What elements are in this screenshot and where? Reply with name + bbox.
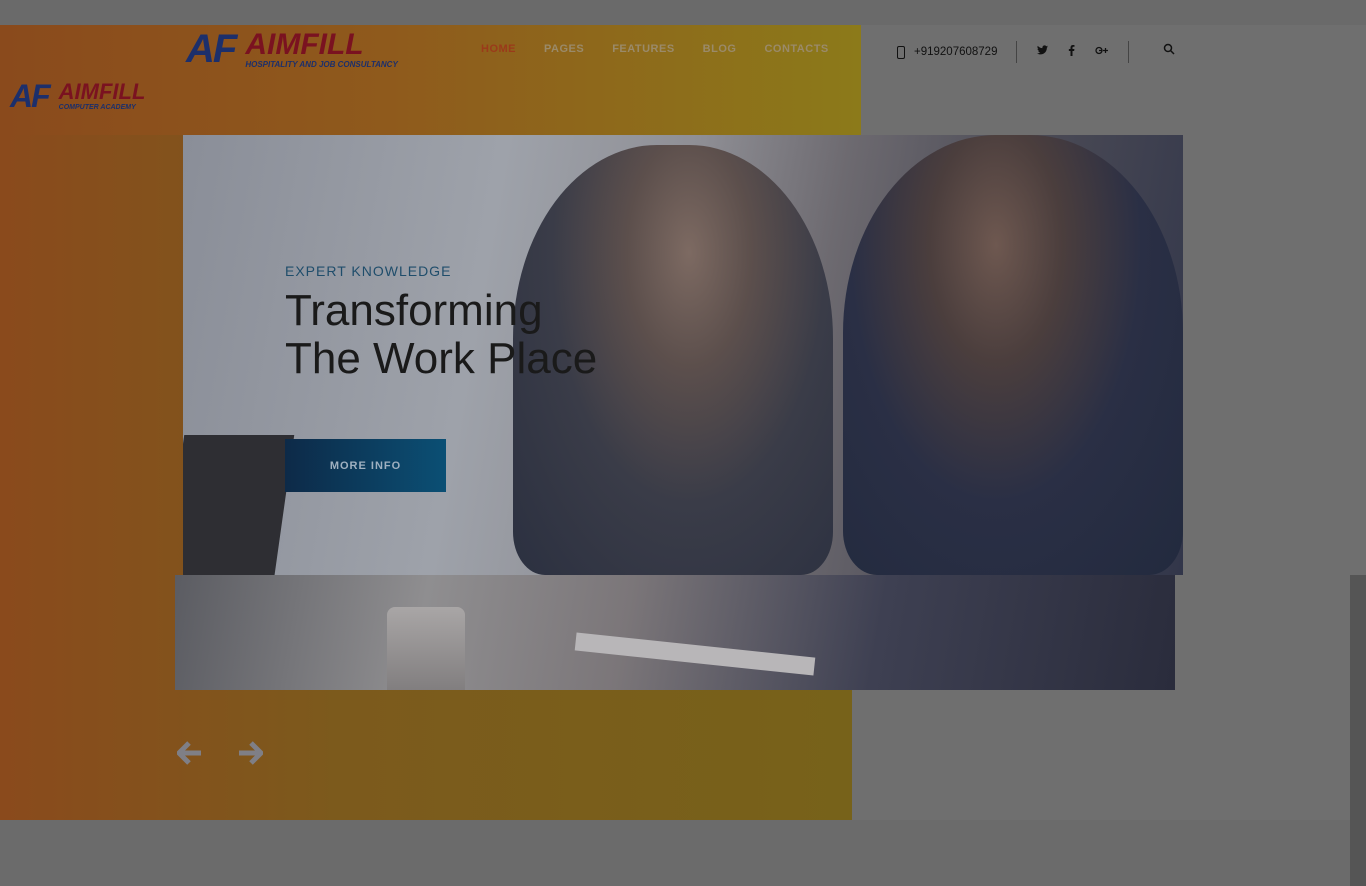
nav-item-features[interactable]: FEATURES [612, 43, 674, 55]
social-links [1037, 45, 1109, 59]
slider-prev-button[interactable] [173, 740, 207, 770]
hero-slide: EXPERT KNOWLEDGE Transforming The Work P… [183, 135, 1183, 575]
main-nav: HOME PAGES FEATURES BLOG CONTACTS [481, 43, 829, 55]
hero-headline-line1: Transforming [285, 286, 543, 335]
phone-icon [897, 45, 905, 59]
arrow-right-icon [237, 740, 264, 770]
twitter-icon[interactable] [1037, 45, 1049, 59]
search-icon[interactable] [1163, 42, 1175, 55]
divider [1016, 41, 1018, 63]
hero-image [843, 135, 1183, 575]
logo-wordmark: AIMFILL [58, 79, 146, 104]
logo-mark: AF [10, 78, 51, 114]
header-contact: +919207608729 [897, 41, 1130, 63]
arrow-left-icon [176, 740, 203, 770]
logo-subtitle: COMPUTER ACADEMY [58, 104, 136, 111]
hero-headline-line2: The Work Place [285, 334, 598, 383]
logo-mark: AF [186, 27, 237, 71]
more-info-button[interactable]: MORE INFO [285, 439, 446, 492]
divider [1128, 41, 1130, 63]
slider-next-button[interactable] [233, 740, 267, 770]
glass-graphic [387, 607, 465, 690]
nav-item-pages[interactable]: PAGES [544, 43, 584, 55]
site-logo[interactable]: AF AIMFILL HOSPITALITY AND JOB CONSULTAN… [186, 27, 398, 72]
phone-number[interactable]: +919207608729 [914, 46, 997, 58]
hero-slide-next [175, 575, 1175, 690]
academy-logo[interactable]: AF AIMFILL COMPUTER ACADEMY [10, 78, 145, 115]
nav-item-contacts[interactable]: CONTACTS [764, 43, 828, 55]
page-bottom [0, 820, 1366, 886]
scrollbar[interactable] [1350, 575, 1366, 886]
top-strip [0, 0, 1366, 25]
background-area [852, 690, 1366, 820]
hero-eyebrow: EXPERT KNOWLEDGE [285, 263, 452, 279]
facebook-icon[interactable] [1068, 45, 1075, 59]
hero-headline: Transforming The Work Place [285, 287, 597, 383]
laptop-graphic [183, 435, 295, 575]
logo-subtitle: HOSPITALITY AND JOB CONSULTANCY [245, 59, 398, 69]
logo-wordmark: AIMFILL [245, 27, 364, 61]
google-plus-icon[interactable] [1095, 45, 1109, 59]
nav-item-blog[interactable]: BLOG [703, 43, 737, 55]
tablet-graphic [574, 632, 816, 676]
nav-item-home[interactable]: HOME [481, 43, 516, 55]
